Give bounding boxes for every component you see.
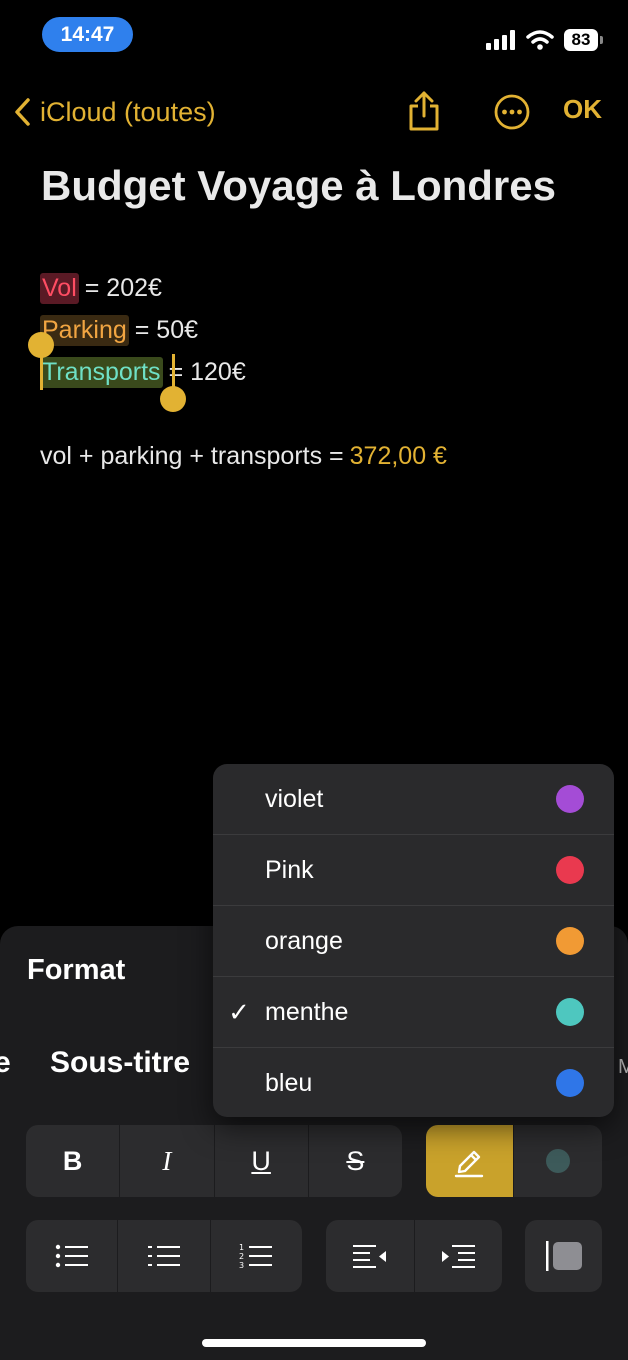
svg-text:3: 3: [239, 1261, 244, 1270]
outdent-button[interactable]: [326, 1220, 415, 1292]
svg-text:2: 2: [239, 1252, 244, 1261]
share-icon: [409, 91, 439, 131]
text-style-group: B I U S: [26, 1125, 402, 1197]
sum-result: 372,00 €: [349, 441, 447, 470]
highlight-color-menu: violet Pink orange ✓ menthe bleu: [213, 764, 614, 1117]
highlight-button[interactable]: [426, 1125, 514, 1197]
more-icon: [494, 94, 530, 130]
color-dot-icon: [545, 1149, 570, 1173]
list-group: 1 2 3: [26, 1220, 302, 1292]
style-option-subtitle[interactable]: Sous-titre: [50, 1046, 190, 1080]
note-line-transports[interactable]: Transports = 120€: [40, 353, 246, 391]
line-value: = 120€: [168, 357, 246, 386]
pencil-icon: [455, 1150, 484, 1178]
color-swatch-icon: [556, 998, 584, 1026]
color-option-violet[interactable]: violet: [213, 764, 614, 835]
signal-icon: [486, 30, 515, 50]
share-button[interactable]: [404, 88, 444, 134]
bullet-list-icon: [55, 1244, 88, 1268]
highlight-group: [426, 1125, 602, 1197]
note-title[interactable]: Budget Voyage à Londres: [41, 162, 556, 210]
outdent-icon: [352, 1245, 386, 1268]
selection-start-handle[interactable]: [28, 332, 54, 358]
color-option-orange[interactable]: orange: [213, 906, 614, 977]
color-option-label: violet: [265, 784, 324, 813]
ok-button[interactable]: OK: [563, 94, 602, 125]
indent-button[interactable]: [415, 1220, 503, 1292]
blockquote-group: [525, 1220, 602, 1292]
color-option-menthe[interactable]: ✓ menthe: [213, 977, 614, 1048]
color-swatch-icon: [556, 1069, 584, 1097]
blockquote-button[interactable]: [525, 1220, 602, 1292]
dash-list-icon: [147, 1246, 180, 1266]
home-indicator[interactable]: [202, 1339, 426, 1347]
sum-expression: vol + parking + transports =: [40, 441, 344, 470]
color-swatch-icon: [556, 856, 584, 884]
bulleted-list-button[interactable]: [26, 1220, 119, 1292]
status-time: 14:47: [42, 17, 133, 52]
numbered-list-button[interactable]: 1 2 3: [211, 1220, 302, 1292]
selection-end-handle[interactable]: [160, 386, 186, 412]
note-line-vol[interactable]: Vol = 202€: [40, 269, 162, 307]
status-icons: 83: [486, 26, 603, 54]
highlighted-word: Vol: [40, 272, 79, 304]
line-value: = 50€: [134, 315, 199, 344]
more-button[interactable]: [493, 93, 531, 131]
chevron-left-icon: [15, 98, 30, 126]
color-option-pink[interactable]: Pink: [213, 835, 614, 906]
wifi-icon: [526, 30, 554, 50]
color-option-label: orange: [265, 926, 343, 955]
color-picker-button[interactable]: [514, 1125, 603, 1197]
line-value: = 202€: [84, 273, 162, 302]
color-swatch-icon: [556, 927, 584, 955]
indent-icon: [442, 1245, 476, 1268]
color-option-bleu[interactable]: bleu: [213, 1048, 614, 1117]
note-line-parking[interactable]: Parking = 50€: [40, 311, 198, 349]
color-swatch-icon: [556, 785, 584, 813]
svg-text:1: 1: [239, 1243, 244, 1252]
color-option-label: bleu: [265, 1068, 313, 1097]
strikethrough-button[interactable]: S: [309, 1125, 402, 1197]
note-sum-line[interactable]: vol + parking + transports = 372,00 €: [40, 437, 447, 475]
blockquote-icon: [545, 1241, 582, 1271]
back-button[interactable]: iCloud (toutes): [12, 90, 216, 134]
dashed-list-button[interactable]: [118, 1220, 211, 1292]
style-option-partial-right[interactable]: M: [618, 1056, 628, 1079]
color-option-label: Pink: [265, 855, 314, 884]
bold-button[interactable]: B: [26, 1125, 121, 1197]
numbered-list-icon: 1 2 3: [239, 1243, 273, 1270]
color-option-label: menthe: [265, 997, 349, 1026]
underline-button[interactable]: U: [215, 1125, 309, 1197]
format-panel-title: Format: [27, 954, 126, 986]
indent-group: [326, 1220, 502, 1292]
back-label: iCloud (toutes): [40, 96, 216, 127]
style-option-partial[interactable]: e: [0, 1046, 11, 1080]
selected-word: Transports: [40, 356, 163, 388]
checkmark-icon: ✓: [228, 996, 250, 1027]
italic-button[interactable]: I: [120, 1125, 215, 1197]
battery-indicator: 83: [564, 29, 603, 51]
